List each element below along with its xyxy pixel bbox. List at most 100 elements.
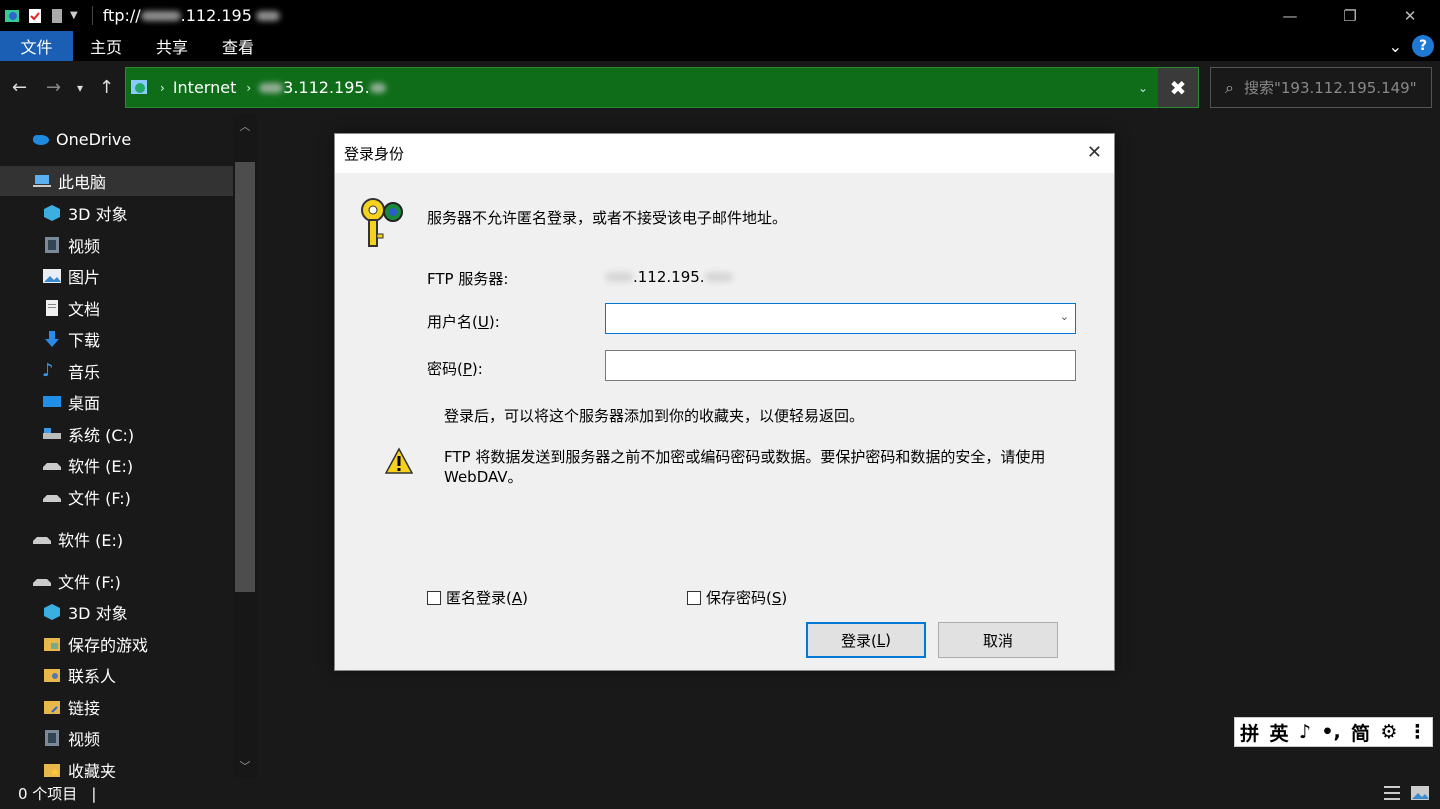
ime-pinyin-icon[interactable]: 拼 [1240,719,1259,746]
sidebar-label: 系统 (C:) [68,426,135,445]
drive-icon [43,495,61,502]
tab-file[interactable]: 文件 [0,31,73,61]
breadcrumb-internet[interactable]: Internet [173,78,237,97]
sidebar-label: 链接 [68,699,101,718]
sidebar-item-pictures[interactable]: 图片 [42,261,100,291]
music-note-icon: ♪ [42,360,54,381]
sidebar-item-3d-objects[interactable]: 3D 对象 [42,198,128,228]
folder-link-icon [44,701,60,714]
password-field[interactable] [605,350,1076,381]
maximize-button[interactable]: ❐ [1320,0,1380,31]
ime-toolbar: 拼 英 ♪ •, 简 ⚙ ⋮ [1234,717,1433,747]
ime-simplified-toggle[interactable]: 简 [1351,719,1370,746]
sidebar-label: 3D 对象 [68,604,128,623]
cube-icon [44,604,60,620]
sidebar-item-videos[interactable]: 视频 [42,230,100,260]
tab-share[interactable]: 共享 [139,31,205,61]
close-button[interactable]: ✕ [1380,0,1440,31]
ftp-server-label: FTP 服务器: [427,270,509,288]
sidebar-item-f-3d-objects[interactable]: 3D 对象 [42,597,128,627]
expand-ribbon-icon[interactable]: ⌄ [1389,37,1402,56]
properties-icon[interactable] [26,7,44,25]
search-box[interactable]: ⌕ 搜索"193.112.195.149" [1210,67,1432,108]
film-icon [45,730,59,746]
chevron-down-icon[interactable]: ⌄ [1060,310,1069,323]
help-button[interactable]: ? [1412,35,1434,57]
sidebar-item-onedrive[interactable]: OneDrive [30,124,131,154]
new-folder-icon[interactable] [48,7,66,25]
window-title: ftp://.112.195 [91,6,280,25]
scroll-down-icon[interactable]: ﹀ [233,758,257,774]
sidebar-item-desktop[interactable]: 桌面 [42,387,100,417]
item-count: 0 个项目 [18,785,78,803]
checkbox-box[interactable] [427,590,441,605]
sidebar-item-links[interactable]: 链接 [42,692,100,722]
sidebar-label: 保存的游戏 [68,636,149,655]
window-controls: — ❐ ✕ [1260,0,1440,31]
sidebar-label: 音乐 [68,363,101,382]
tab-home[interactable]: 主页 [73,31,139,61]
cancel-button[interactable]: 取消 [938,622,1058,658]
customize-toolbar-icon[interactable]: ▼ [70,10,78,21]
title-bar: ▼ ftp://.112.195 — ❐ ✕ [0,0,1440,31]
sidebar-scrollbar[interactable]: ︿ ﹀ [233,114,257,778]
info-text: 登录后，可以将这个服务器添加到你的收藏夹，以便轻易返回。 [444,407,865,425]
ime-more-icon[interactable]: ⋮ [1408,721,1427,743]
sidebar-item-music[interactable]: ♪ 音乐 [42,356,100,386]
sidebar-item-this-pc[interactable]: 此电脑 [0,166,233,196]
sidebar-item-drive-e[interactable]: 软件 (E:) [42,450,133,480]
drive-icon [33,537,51,544]
dialog-close-icon[interactable]: ✕ [1087,142,1102,163]
stop-loading-icon[interactable]: ✖ [1158,68,1198,107]
warning-text: FTP 将数据发送到服务器之前不加密或编码密码或数据。要保护密码和数据的安全，请… [444,448,1046,486]
address-bar[interactable]: › Internet › 3.112.195. ⌄ ✖ [125,67,1199,108]
username-combobox[interactable]: ⌄ [605,303,1076,334]
ime-punctuation-icon[interactable]: •, [1321,721,1340,743]
scrollbar-thumb[interactable] [235,162,255,592]
save-password-checkbox[interactable]: 保存密码(S) [687,587,787,608]
sidebar-item-saved-games[interactable]: 保存的游戏 [42,629,148,659]
breadcrumb-host[interactable]: 3.112.195. [283,78,370,97]
film-icon [45,237,59,253]
sidebar-label: 此电脑 [58,173,107,192]
sidebar-item-drive-f[interactable]: 文件 (F:) [42,482,131,512]
sidebar-item-drive-e-root[interactable]: 软件 (E:) [32,524,123,554]
large-icons-view-icon[interactable] [1410,784,1430,802]
ime-settings-icon[interactable]: ⚙ [1380,721,1397,743]
tab-view[interactable]: 查看 [205,31,271,61]
anonymous-login-checkbox[interactable]: 匿名登录(A) [427,587,528,608]
login-button[interactable]: 登录(L) [806,622,926,658]
drive-icon [33,579,51,586]
internet-globe-icon [131,79,147,94]
username-label: 用户名(U): [427,313,500,331]
system-drive-icon [43,428,61,439]
sidebar-item-f-videos[interactable]: 视频 [42,723,100,753]
minimize-button[interactable]: — [1260,0,1320,31]
scroll-up-icon[interactable]: ︿ [233,118,257,134]
up-arrow-icon[interactable]: ↑ [99,77,114,98]
back-arrow-icon[interactable]: ← [12,77,27,98]
checkbox-box[interactable] [687,590,701,605]
folder-contacts-icon [44,669,60,682]
sidebar-item-contacts[interactable]: 联系人 [42,660,116,690]
sidebar-item-downloads[interactable]: 下载 [42,324,100,354]
details-view-icon[interactable] [1382,784,1402,802]
sidebar-label: 桌面 [68,394,101,413]
network-folder-icon[interactable] [4,7,22,25]
sidebar-item-drive-c[interactable]: 系统 (C:) [42,419,134,449]
password-label: 密码(P): [427,360,483,378]
sidebar-item-documents[interactable]: 文档 [42,293,100,323]
cube-icon [44,205,60,221]
keys-icon [361,198,403,247]
quick-access-toolbar: ▼ [0,7,78,25]
sidebar-item-drive-f-root[interactable]: 文件 (F:) [32,566,121,596]
address-dropdown-icon[interactable]: ⌄ [1138,81,1148,95]
sidebar-label: 软件 (E:) [68,457,134,476]
dialog-title: 登录身份 [344,145,405,163]
dialog-message: 服务器不允许匿名登录，或者不接受该电子邮件地址。 [427,209,788,227]
recent-locations-icon[interactable]: ▾ [77,81,83,95]
ime-voice-icon[interactable]: ♪ [1299,721,1311,743]
ime-english-toggle[interactable]: 英 [1270,719,1289,746]
forward-arrow-icon[interactable]: → [46,77,61,98]
navigation-pane: OneDrive 此电脑 3D 对象 视频 图片 文档 下载 ♪ 音乐 桌面 系… [0,114,258,781]
